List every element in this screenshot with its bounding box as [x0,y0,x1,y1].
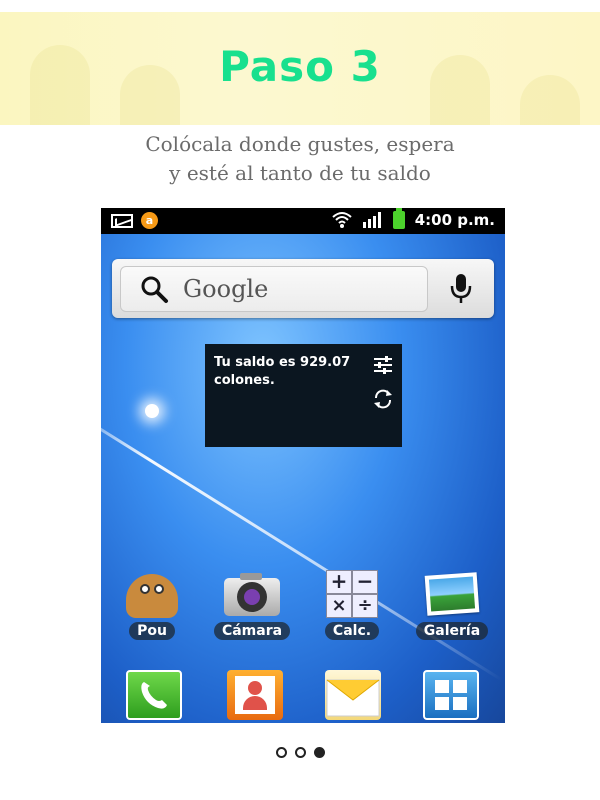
subtitle-line-2: y esté al tanto de tu saldo [169,161,431,185]
search-field[interactable]: Google [120,266,428,312]
pager-dot-1[interactable] [275,747,287,758]
pou-icon [122,570,182,618]
apps-drawer-icon[interactable] [423,670,479,720]
pager-dot-2[interactable] [294,747,306,758]
settings-sliders-icon[interactable] [372,354,394,376]
subtitle-line-1: Colócala donde gustes, espera [145,132,455,156]
status-time: 4:00 p.m. [414,211,495,229]
signal-icon [362,212,381,228]
grid-icon [435,680,467,710]
app-camara[interactable]: Cámara [207,570,297,646]
wifi-icon [332,212,352,228]
gallery-icon [422,570,482,618]
app-calc[interactable]: + − × ÷ Calc. [307,570,397,646]
envelope-icon [326,679,380,717]
contacts-app-icon[interactable] [227,670,283,720]
voicemail-icon [111,213,133,228]
camera-icon [222,570,282,618]
phone-screenshot: a 4:00 p.m. Google Tu saldo es 929.07 co… [101,208,505,723]
app-label: Cámara [213,622,291,640]
google-search-widget[interactable]: Google [112,259,494,318]
status-bar: a 4:00 p.m. [101,208,505,234]
phone-app-icon[interactable] [126,670,182,720]
calculator-icon: + − × ÷ [322,570,382,618]
app-label: Pou [129,622,175,640]
app-pou[interactable]: Pou [107,570,197,646]
page-title: Paso 3 [219,42,381,91]
page-subtitle: Colócala donde gustes, espera y esté al … [0,130,600,188]
pager-dots [0,743,600,762]
search-icon [141,276,168,303]
battery-icon [392,208,405,229]
balance-text: Tu saldo es 929.07 colones. [214,355,351,388]
contact-card-icon [235,676,275,714]
pager-dot-3-active[interactable] [313,747,325,758]
refresh-icon[interactable] [372,388,394,410]
app-label: Calc. [324,622,380,640]
app-label: Galería [415,622,489,640]
search-brand: Google [183,275,269,303]
phone-handset-icon [141,682,167,709]
app-galeria[interactable]: Galería [407,570,497,646]
microphone-icon[interactable] [446,272,476,306]
notification-badge-icon: a [141,212,158,229]
wallpaper-flare [145,404,159,418]
messages-app-icon[interactable] [325,670,381,720]
balance-widget[interactable]: Tu saldo es 929.07 colones. [205,344,402,447]
